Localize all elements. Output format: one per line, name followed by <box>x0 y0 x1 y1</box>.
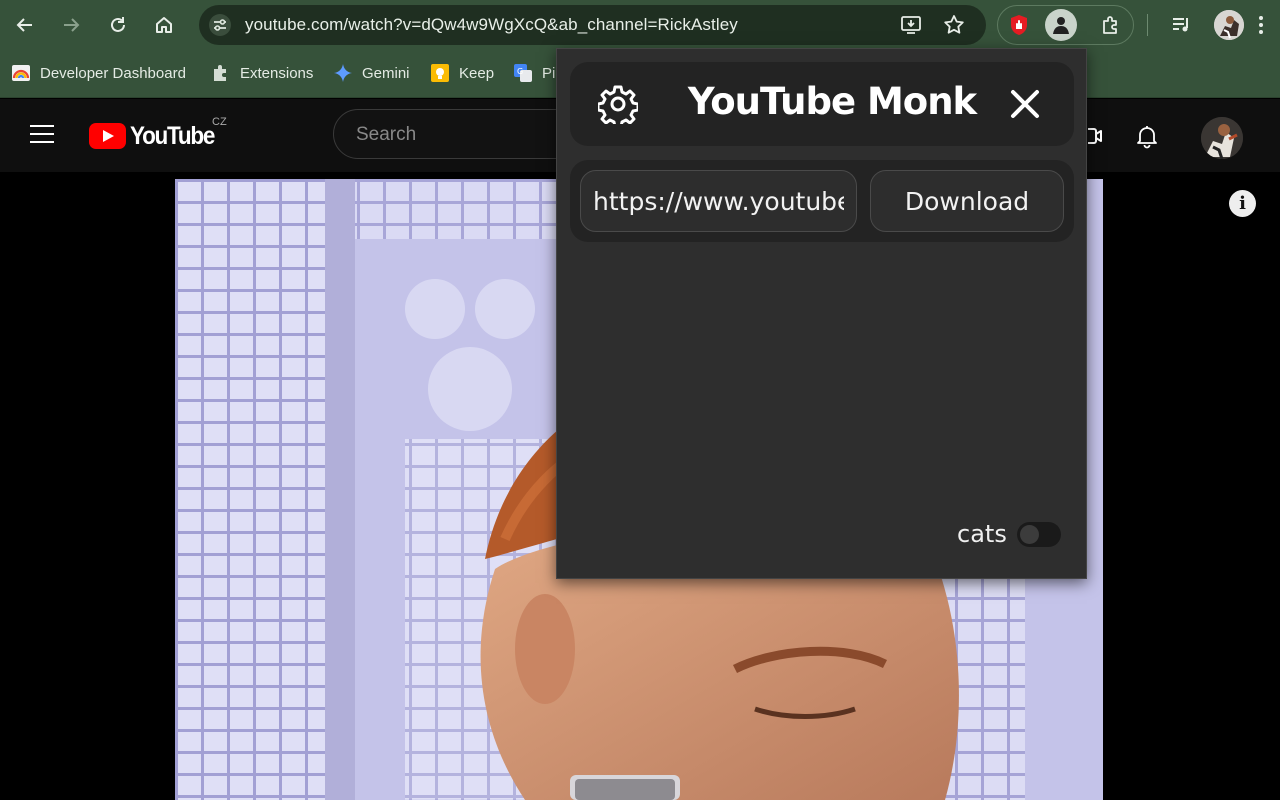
reload-icon <box>111 17 125 32</box>
back-button[interactable] <box>9 9 41 41</box>
info-icon[interactable]: i <box>1229 190 1256 217</box>
bookmark-gemini[interactable]: Gemini <box>333 62 410 84</box>
home-icon <box>156 17 172 33</box>
bookmark-label: Extensions <box>240 64 314 82</box>
youtube-search-box[interactable]: Search <box>333 109 593 159</box>
youtube-monk-popup: YouTube Monk Download cats <box>556 48 1087 579</box>
bookmark-star-icon[interactable] <box>942 13 966 37</box>
url-input[interactable] <box>580 170 857 232</box>
extensions-menu-button[interactable] <box>1095 9 1127 41</box>
cats-setting: cats <box>957 519 1061 549</box>
address-bar-url[interactable]: youtube.com/watch?v=dQw4w9WgXcQ&ab_chann… <box>245 15 738 35</box>
youtube-logo[interactable]: YouTube <box>89 121 223 150</box>
chrome-menu-button[interactable] <box>1258 14 1264 36</box>
popup-header: YouTube Monk <box>570 62 1074 146</box>
download-form: Download <box>570 160 1074 242</box>
media-controls-button[interactable] <box>1165 9 1197 41</box>
bookmark-keep[interactable]: Keep <box>430 62 494 84</box>
home-button[interactable] <box>148 9 180 41</box>
youtube-play-icon <box>89 123 126 149</box>
svg-text:G: G <box>517 67 523 76</box>
profile-avatar[interactable] <box>1214 10 1244 40</box>
youtube-logo-text: YouTube <box>130 121 215 150</box>
site-settings-icon[interactable] <box>208 13 232 37</box>
browser-toolbar: youtube.com/watch?v=dQw4w9WgXcQ&ab_chann… <box>0 0 1280 50</box>
more-vert-icon <box>1259 16 1263 34</box>
forward-button[interactable] <box>55 9 87 41</box>
bookmark-developer-dashboard[interactable]: Developer Dashboard <box>11 62 186 84</box>
puzzle-icon <box>1103 16 1117 34</box>
popup-title: YouTube Monk <box>687 80 977 123</box>
address-bar[interactable]: youtube.com/watch?v=dQw4w9WgXcQ&ab_chann… <box>199 5 986 45</box>
cats-label: cats <box>957 520 1007 548</box>
search-placeholder[interactable]: Search <box>356 124 416 146</box>
ublock-shield-icon <box>1011 15 1027 35</box>
rainbow-icon <box>12 65 30 81</box>
gemini-sparkle-icon <box>334 64 352 82</box>
keep-bulb-icon <box>431 64 449 82</box>
arrow-left-icon <box>16 18 32 32</box>
youtube-monk-extension-button[interactable] <box>1045 9 1077 41</box>
avatar-image-icon <box>1214 10 1244 40</box>
monk-icon <box>1053 17 1069 34</box>
cats-toggle[interactable] <box>1016 521 1061 547</box>
puzzle-icon <box>214 65 226 81</box>
hamburger-menu-icon[interactable] <box>30 125 54 143</box>
gear-icon[interactable] <box>598 84 638 124</box>
install-app-icon[interactable] <box>899 13 923 37</box>
close-icon[interactable] <box>1007 86 1043 122</box>
bookmark-extensions[interactable]: Extensions <box>211 62 313 84</box>
queue-music-icon <box>1173 18 1188 32</box>
translate-icon: G <box>514 64 532 82</box>
bookmark-translate[interactable]: G Pi <box>513 62 555 84</box>
create-video-icon[interactable] <box>1088 123 1114 149</box>
bookmark-label: Keep <box>459 64 495 82</box>
bookmark-label: Developer Dashboard <box>40 64 186 82</box>
bookmark-label: Pi <box>542 64 556 82</box>
reload-button[interactable] <box>102 9 134 41</box>
bookmark-label: Gemini <box>362 64 410 82</box>
avatar-image-icon <box>1201 117 1243 159</box>
ublock-extension-button[interactable] <box>1003 9 1035 41</box>
notifications-bell-icon[interactable] <box>1134 123 1160 149</box>
youtube-account-avatar[interactable] <box>1201 117 1243 159</box>
arrow-right-icon <box>64 18 80 32</box>
toggle-knob <box>1019 524 1039 544</box>
country-code: CZ <box>212 116 227 128</box>
download-button[interactable]: Download <box>870 170 1064 232</box>
extensions-area <box>997 5 1134 45</box>
toolbar-divider <box>1147 14 1148 36</box>
